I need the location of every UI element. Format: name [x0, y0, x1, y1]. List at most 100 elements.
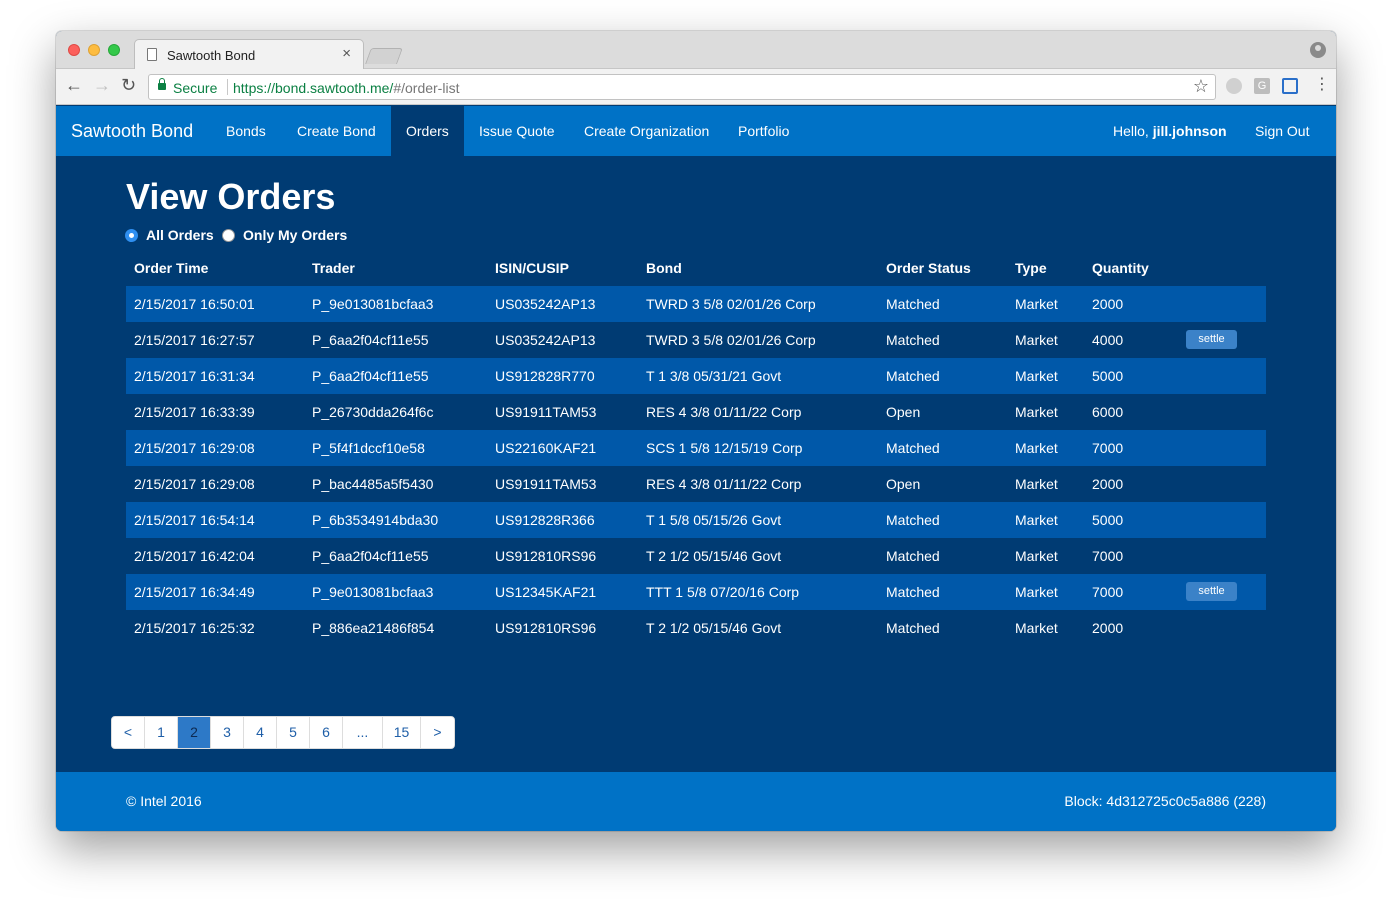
page-next-button[interactable]: >	[421, 717, 454, 748]
cell-order-time: 2/15/2017 16:27:57	[134, 332, 255, 348]
radio-all-orders[interactable]	[125, 228, 138, 242]
cell-isin: US912810RS96	[495, 620, 597, 636]
cell-trader: P_9e013081bcfaa3	[312, 296, 434, 312]
cell-order-status: Open	[886, 476, 921, 492]
page-ellipsis-button: ...	[343, 717, 383, 748]
cell-quantity: 5000	[1092, 512, 1124, 528]
nav-portfolio[interactable]: Portfolio	[723, 106, 804, 156]
cell-trader: P_bac4485a5f5430	[312, 476, 434, 492]
sign-out-link[interactable]: Sign Out	[1240, 106, 1324, 156]
page-6-button[interactable]: 6	[310, 717, 343, 748]
cell-order-status: Matched	[886, 332, 940, 348]
profile-icon[interactable]	[1310, 42, 1326, 58]
cell-isin: US912810RS96	[495, 548, 597, 564]
cell-bond: RES 4 3/8 01/11/22 Corp	[646, 476, 802, 492]
cell-order-time: 2/15/2017 16:50:01	[134, 296, 255, 312]
block-info: Block: 4d312725c0c5a886 (228)	[1064, 793, 1266, 809]
browser-toolbar: ← → ↻ Secure https://bond.sawtooth.me/#/…	[56, 69, 1336, 105]
cell-trader: P_5f4f1dccf10e58	[312, 440, 425, 456]
close-window-button[interactable]	[68, 44, 80, 56]
cell-order-status: Matched	[886, 620, 940, 636]
column-header-isin: ISIN/CUSIP	[495, 260, 569, 276]
reload-icon[interactable]: ↻	[121, 75, 136, 95]
cell-order-type: Market	[1015, 332, 1058, 348]
minimize-window-button[interactable]	[88, 44, 100, 56]
cell-order-type: Market	[1015, 548, 1058, 564]
brand-link[interactable]: Sawtooth Bond	[71, 121, 193, 142]
nav-orders[interactable]: Orders	[391, 106, 464, 156]
filter-only-my-orders-label: Only My Orders	[243, 227, 348, 243]
footer: © Intel 2016 Block: 4d312725c0c5a886 (22…	[56, 772, 1336, 831]
filter-only-my-orders[interactable]: Only My Orders	[222, 226, 347, 244]
column-header-order-time: Order Time	[134, 260, 209, 276]
cast-icon[interactable]	[1282, 78, 1298, 94]
secure-label: Secure	[173, 80, 218, 96]
settle-button[interactable]: settle	[1186, 330, 1237, 349]
cell-isin: US12345KAF21	[495, 584, 597, 600]
cell-order-time: 2/15/2017 16:42:04	[134, 548, 255, 564]
table-row: 2/15/2017 16:33:39 P_26730dda264f6c US9191…	[126, 394, 1266, 430]
settle-button[interactable]: settle	[1186, 582, 1237, 601]
table-row: 2/15/2017 16:34:49 P_9e013081bcfaa3 US1234…	[126, 574, 1266, 610]
nav-bonds[interactable]: Bonds	[211, 106, 281, 156]
column-header-trader: Trader	[312, 260, 355, 276]
table-row: 2/15/2017 16:25:32 P_886ea21486f854 US9128…	[126, 610, 1266, 646]
nav-create-organization[interactable]: Create Organization	[569, 106, 724, 156]
cell-order-type: Market	[1015, 620, 1058, 636]
cell-bond: SCS 1 5/8 12/15/19 Corp	[646, 440, 803, 456]
pagination: <1 2 3 4 5 6... 15 >	[111, 716, 455, 749]
filter-all-orders[interactable]: All Orders	[125, 226, 214, 244]
address-bar[interactable]: Secure https://bond.sawtooth.me/#/order-…	[148, 74, 1216, 100]
radio-only-my-orders[interactable]	[222, 228, 235, 242]
bookmark-star-icon[interactable]: ☆	[1193, 76, 1209, 97]
cell-trader: P_6b3534914bda30	[312, 512, 439, 528]
back-arrow-icon[interactable]: ←	[65, 75, 83, 95]
forward-arrow-icon[interactable]: →	[93, 75, 111, 95]
extension-g-icon[interactable]: G	[1254, 78, 1270, 94]
cell-trader: P_9e013081bcfaa3	[312, 584, 434, 600]
cell-order-status: Matched	[886, 368, 940, 384]
cell-order-type: Market	[1015, 584, 1058, 600]
cell-quantity: 2000	[1092, 476, 1124, 492]
page-15-button[interactable]: 15	[383, 717, 421, 748]
cell-isin: US912828R770	[495, 368, 595, 384]
cell-quantity: 7000	[1092, 548, 1124, 564]
table-row: 2/15/2017 16:27:57 P_6aa2f04cf11e55 US0352…	[126, 322, 1266, 358]
extension-icon[interactable]	[1226, 78, 1242, 94]
more-menu-icon[interactable]: ⋮	[1314, 76, 1330, 94]
cell-quantity: 2000	[1092, 296, 1124, 312]
cell-quantity: 7000	[1092, 440, 1124, 456]
table-row: 2/15/2017 16:31:34 P_6aa2f04cf11e55 US9128…	[126, 358, 1266, 394]
cell-order-type: Market	[1015, 512, 1058, 528]
column-header-type: Type	[1015, 260, 1047, 276]
page-2-button[interactable]: 2	[178, 717, 211, 748]
cell-trader: P_26730dda264f6c	[312, 404, 434, 420]
zoom-window-button[interactable]	[108, 44, 120, 56]
new-tab-button[interactable]	[365, 48, 403, 64]
table-row: 2/15/2017 16:29:08 P_bac4485a5f5430 US9191…	[126, 466, 1266, 502]
browser-window: Sawtooth Bond × ← → ↻ Secure https://bon…	[56, 31, 1336, 831]
column-header-order-status: Order Status	[886, 260, 971, 276]
page-5-button[interactable]: 5	[277, 717, 310, 748]
page-title: View Orders	[126, 176, 336, 217]
cell-isin: US22160KAF21	[495, 440, 597, 456]
page-4-button[interactable]: 4	[244, 717, 277, 748]
address-divider	[227, 79, 228, 95]
cell-bond: T 1 5/8 05/15/26 Govt	[646, 512, 782, 528]
orders-table: Order Time Trader ISIN/CUSIP Bond Order …	[126, 250, 1266, 646]
page-prev-button[interactable]: <	[112, 717, 145, 748]
page-1-button[interactable]: 1	[145, 717, 178, 748]
table-header: Order Time Trader ISIN/CUSIP Bond Order …	[126, 250, 1266, 286]
cell-quantity: 5000	[1092, 368, 1124, 384]
page-icon	[147, 48, 157, 61]
cell-order-time: 2/15/2017 16:54:14	[134, 512, 255, 528]
tab-strip: Sawtooth Bond ×	[56, 31, 1336, 69]
page-3-button[interactable]: 3	[211, 717, 244, 748]
cell-order-type: Market	[1015, 368, 1058, 384]
cell-order-time: 2/15/2017 16:25:32	[134, 620, 255, 636]
nav-issue-quote[interactable]: Issue Quote	[464, 106, 570, 156]
nav-create-bond[interactable]: Create Bond	[282, 106, 391, 156]
browser-tab[interactable]: Sawtooth Bond ×	[134, 39, 364, 69]
cell-order-type: Market	[1015, 476, 1058, 492]
close-tab-icon[interactable]: ×	[342, 45, 351, 62]
